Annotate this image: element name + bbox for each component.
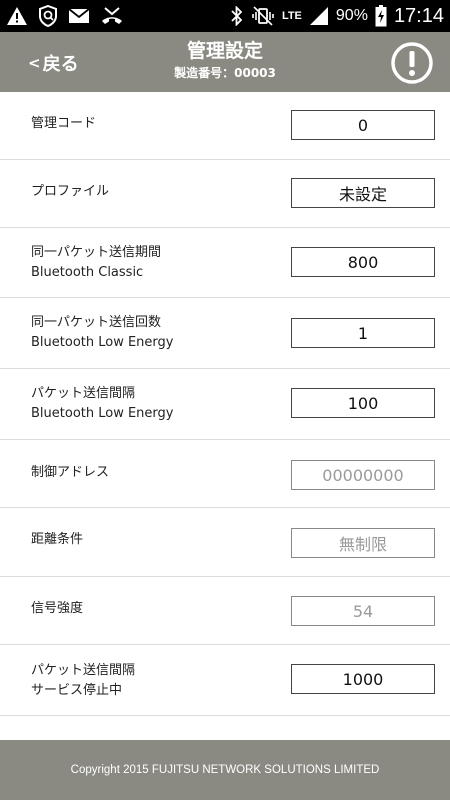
- bluetooth-icon: [230, 5, 244, 27]
- copyright-text: Copyright 2015 FUJITSU NETWORK SOLUTIONS…: [70, 764, 380, 776]
- row-label-line2: Bluetooth Low Energy: [31, 406, 174, 421]
- back-button[interactable]: < 戻る: [28, 49, 79, 77]
- back-chevron-icon: <: [28, 54, 41, 72]
- packet-interval-stopped-field[interactable]: 1000: [291, 664, 435, 694]
- row-label-line2: Bluetooth Classic: [31, 265, 144, 280]
- settings-row-signal-strength: 信号強度 54: [0, 577, 450, 645]
- row-label-line2: サービス停止中: [31, 683, 123, 698]
- signal-icon: [309, 5, 329, 27]
- signal-strength-field: 54: [291, 596, 435, 626]
- settings-row-distance: 距離条件 無制限: [0, 508, 450, 577]
- row-label: プロファイル: [31, 182, 109, 202]
- settings-row-control-address: 制御アドレス 00000000: [0, 440, 450, 508]
- settings-row-same-packet-count: 同一パケット送信回数 Bluetooth Low Energy 1: [0, 298, 450, 369]
- row-label-line1: パケット送信間隔: [31, 386, 136, 401]
- control-address-field: 00000000: [291, 460, 435, 490]
- lte-icon: LTE: [281, 10, 302, 22]
- row-label-line1: 管理コード: [31, 116, 97, 131]
- battery-charging-icon: [375, 5, 387, 27]
- row-label: 同一パケット送信期間 Bluetooth Classic: [31, 243, 161, 283]
- row-label-line2: Bluetooth Low Energy: [31, 335, 174, 350]
- profile-field[interactable]: 未設定: [291, 178, 435, 208]
- mail-icon: [68, 5, 90, 27]
- row-label-line1: 制御アドレス: [31, 465, 110, 480]
- exclamation-circle-icon: [391, 42, 433, 84]
- distance-condition-field: 無制限: [291, 528, 435, 558]
- settings-row-same-packet-period: 同一パケット送信期間 Bluetooth Classic 800: [0, 228, 450, 298]
- row-label: パケット送信間隔 Bluetooth Low Energy: [31, 384, 174, 424]
- serial-number: 製造番号：00003: [100, 64, 350, 82]
- footer: Copyright 2015 FUJITSU NETWORK SOLUTIONS…: [0, 740, 450, 800]
- security-shield-icon: [38, 5, 58, 27]
- row-label: 制御アドレス: [31, 463, 109, 483]
- clock: 17:14: [393, 4, 444, 27]
- serial-label: 製造番号：: [174, 66, 235, 80]
- same-packet-period-field[interactable]: 800: [291, 247, 435, 277]
- row-label-line1: 信号強度: [31, 601, 84, 616]
- row-label-line1: 同一パケット送信期間: [31, 245, 162, 260]
- row-label: 同一パケット送信回数 Bluetooth Low Energy: [31, 313, 174, 353]
- title-block: 管理設定 製造番号：00003: [100, 38, 350, 82]
- status-bar: LTE 90% 17:14: [0, 0, 450, 32]
- serial-value: 00003: [234, 66, 276, 80]
- row-label-line1: プロファイル: [31, 184, 110, 199]
- settings-row-admin-code: 管理コード 0: [0, 92, 450, 160]
- settings-row-packet-interval-stopped: パケット送信間隔 サービス停止中 1000: [0, 645, 450, 716]
- settings-row-profile: プロファイル 未設定: [0, 160, 450, 228]
- vibrate-icon: [251, 5, 275, 27]
- app-header: < 戻る 管理設定 製造番号：00003: [0, 32, 450, 92]
- settings-list: 管理コード 0 プロファイル 未設定 同一パケット送信期間 Bluetooth C…: [0, 92, 450, 716]
- alert-button[interactable]: [390, 41, 434, 85]
- packet-interval-field[interactable]: 100: [291, 388, 435, 418]
- same-packet-count-field[interactable]: 1: [291, 318, 435, 348]
- missed-call-icon: [100, 5, 124, 27]
- warning-icon: [6, 5, 28, 27]
- row-label-line1: 同一パケット送信回数: [31, 315, 162, 330]
- row-label: パケット送信間隔 サービス停止中: [31, 661, 135, 701]
- settings-row-packet-interval: パケット送信間隔 Bluetooth Low Energy 100: [0, 369, 450, 440]
- row-label-line1: 距離条件: [31, 532, 84, 547]
- row-label: 信号強度: [31, 599, 83, 619]
- admin-code-field[interactable]: 0: [291, 110, 435, 140]
- row-label: 管理コード: [31, 114, 96, 134]
- page-title: 管理設定: [186, 40, 263, 62]
- row-label: 距離条件: [31, 530, 83, 550]
- back-label: 戻る: [42, 54, 79, 75]
- battery-percent: 90%: [335, 7, 368, 24]
- row-label-line1: パケット送信間隔: [31, 663, 136, 678]
